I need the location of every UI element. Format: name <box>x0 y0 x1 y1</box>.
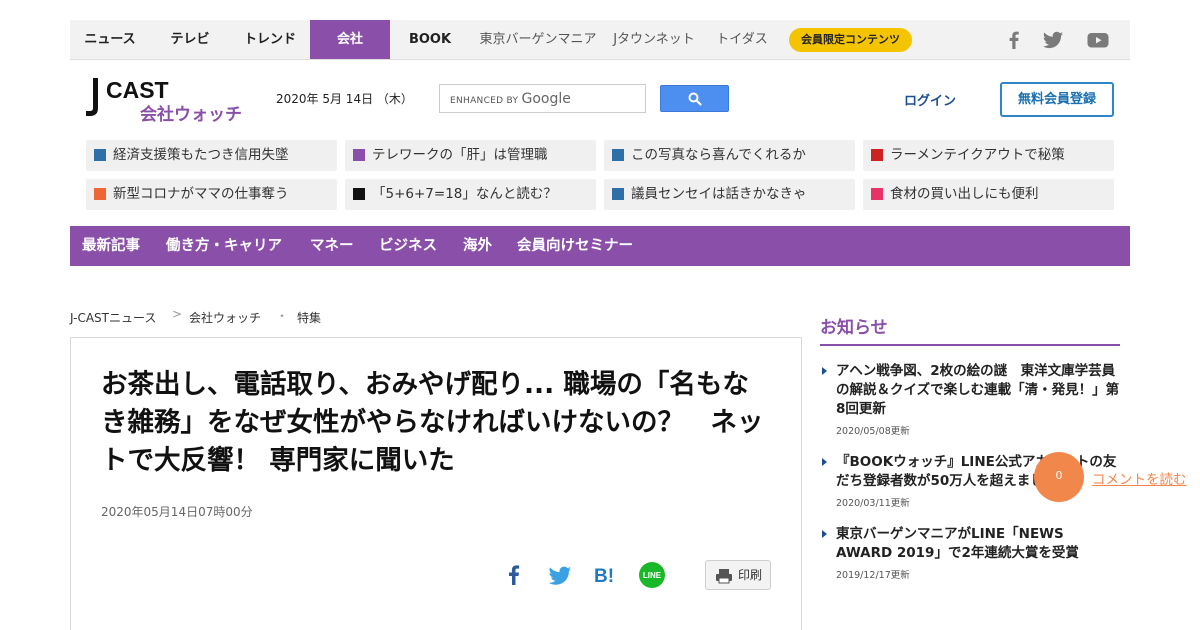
nav-item-trend[interactable]: トレンド <box>230 20 310 59</box>
printer-icon <box>716 569 732 584</box>
topic-label: 食材の買い出しにも便利 <box>890 186 1039 202</box>
nav-item-j-town-net[interactable]: Jタウンネット <box>606 20 702 59</box>
topic-label: 「5+6+7=18」なんと読む？ <box>372 186 557 202</box>
register-button[interactable]: 無料会員登録 <box>1000 82 1114 117</box>
nav-item-company[interactable]: 会社 <box>310 20 390 59</box>
notices-heading: お知らせ <box>820 318 888 338</box>
topic-tile[interactable]: 新型コロナがママの仕事奪う <box>86 179 337 210</box>
nav-item-tv[interactable]: テレビ <box>150 20 230 59</box>
print-label: 印刷 <box>738 568 763 582</box>
notice-item-date: 2020/05/08更新 <box>836 426 910 437</box>
breadcrumb-feature[interactable]: 特集 <box>297 309 321 326</box>
category-work-career[interactable]: 働き方・キャリア <box>166 226 282 266</box>
svg-text:B!: B! <box>594 566 614 587</box>
svg-text:会社ウォッチ: 会社ウォッチ <box>140 104 242 125</box>
print-button[interactable]: 印刷 <box>705 560 771 590</box>
nav-item-book[interactable]: BOOK <box>390 20 470 59</box>
hatena-bookmark-icon[interactable]: B! <box>592 561 620 589</box>
breadcrumb-separator: > <box>172 307 183 321</box>
category-latest[interactable]: 最新記事 <box>82 226 140 266</box>
category-nav: 最新記事 働き方・キャリア マネー ビジネス 海外 会員向けセミナー <box>70 226 1130 266</box>
members-only-badge[interactable]: 会員限定コンテンツ <box>789 28 912 52</box>
topic-label: この写真なら喜んでくれるか <box>631 147 806 163</box>
topic-color-marker <box>94 188 106 200</box>
twitter-icon[interactable] <box>546 561 574 589</box>
topic-label: テレワークの「肝」は管理職 <box>372 147 548 163</box>
topic-label: 議員センセイは話きかなきゃ <box>631 186 807 202</box>
topic-color-marker <box>353 149 365 161</box>
notices-divider <box>820 344 1120 346</box>
jcast-logo[interactable]: CAST 会社ウォッチ <box>84 76 259 126</box>
topic-label: 新型コロナがママの仕事奪う <box>113 186 289 202</box>
search-input[interactable]: ENHANCED BY Google <box>439 84 646 113</box>
breadcrumb-jcast-news[interactable]: J-CASTニュース <box>70 309 156 326</box>
facebook-icon[interactable] <box>500 561 528 589</box>
category-member-seminar[interactable]: 会員向けセミナー <box>517 226 633 266</box>
topic-tile[interactable]: この写真なら喜んでくれるか <box>604 140 855 171</box>
list-arrow-icon <box>822 367 827 375</box>
twitter-icon[interactable] <box>1041 28 1065 52</box>
breadcrumb-separator: ・ <box>276 309 289 323</box>
youtube-icon[interactable] <box>1086 28 1110 52</box>
topic-tile[interactable]: 経済支援策もたつき信用失墜 <box>86 140 337 171</box>
topic-tile[interactable]: ラーメンテイクアウトで秘策 <box>863 140 1114 171</box>
nav-item-toidas[interactable]: トイダス <box>706 20 778 59</box>
nav-item-news[interactable]: ニュース <box>70 20 150 59</box>
topic-color-marker <box>612 149 624 161</box>
comment-count-bubble[interactable]: 0 <box>1034 452 1084 502</box>
nav-item-bargain-mania[interactable]: 東京バーゲンマニア <box>474 20 602 59</box>
topic-color-marker <box>353 188 365 200</box>
topic-label: ラーメンテイクアウトで秘策 <box>890 147 1065 163</box>
article-title: お茶出し、電話取り、おみやげ配り... 職場の「名もなき雑務」をなぜ女性がやらな… <box>101 369 764 476</box>
topic-tile[interactable]: 食材の買い出しにも便利 <box>863 179 1114 210</box>
category-business[interactable]: ビジネス <box>379 226 437 266</box>
svg-text:LINE: LINE <box>643 571 662 580</box>
topic-tile[interactable]: テレワークの「肝」は管理職 <box>345 140 596 171</box>
line-icon[interactable]: LINE <box>638 561 666 589</box>
topic-tile[interactable]: 議員センセイは話きかなきゃ <box>604 179 855 210</box>
topic-tile[interactable]: 「5+6+7=18」なんと読む？ <box>345 179 596 210</box>
current-date: 2020年 5月 14日 （木） <box>276 92 413 106</box>
topic-color-marker <box>871 188 883 200</box>
article-date: 2020年05月14日07時00分 <box>101 505 253 519</box>
notice-item-date: 2020/03/11更新 <box>836 498 910 509</box>
topic-label: 経済支援策もたつき信用失墜 <box>113 147 289 163</box>
category-overseas[interactable]: 海外 <box>463 226 492 266</box>
notice-item-title[interactable]: アヘン戦争図、2枚の絵の謎 東洋文庫学芸員の解説＆クイズで楽しむ連載「清・発見！… <box>836 362 1122 419</box>
topic-color-marker <box>612 188 624 200</box>
notice-item-date: 2019/12/17更新 <box>836 570 910 581</box>
facebook-icon[interactable] <box>1002 28 1026 52</box>
search-placeholder: ENHANCED BY Google <box>450 91 571 107</box>
google-brand: Google <box>521 91 571 107</box>
search-button[interactable] <box>660 85 729 112</box>
list-arrow-icon <box>822 530 827 538</box>
topic-color-marker <box>871 149 883 161</box>
list-arrow-icon <box>822 458 827 466</box>
read-comments-link[interactable]: コメントを読む <box>1092 468 1187 488</box>
login-link[interactable]: ログイン <box>904 90 956 109</box>
comment-count: 0 <box>1055 469 1063 482</box>
topic-color-marker <box>94 149 106 161</box>
category-money[interactable]: マネー <box>310 226 354 266</box>
notice-item-title[interactable]: 東京バーゲンマニアがLINE「NEWS AWARD 2019」で2年連続大賞を受… <box>836 525 1122 563</box>
breadcrumb-kaisha-watch[interactable]: 会社ウォッチ <box>189 309 261 326</box>
top-nav: ニュース テレビ トレンド 会社 BOOK 東京バーゲンマニア Jタウンネット … <box>70 20 1130 60</box>
svg-text:CAST: CAST <box>106 77 169 103</box>
search-icon <box>688 92 702 106</box>
